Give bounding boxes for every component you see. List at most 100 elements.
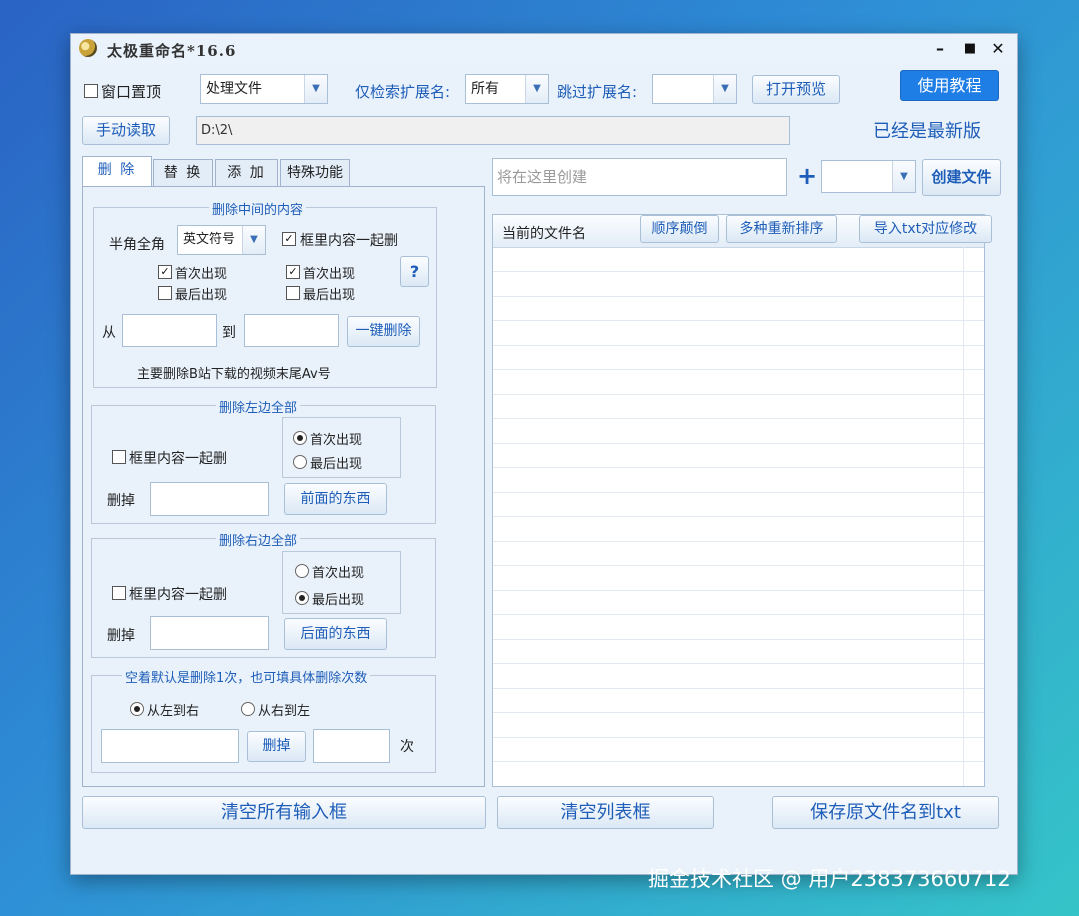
import-txt-button[interactable]: 导入txt对应修改	[859, 215, 992, 243]
delete-left-first-radio[interactable]	[293, 431, 307, 445]
delete-left-include-label: 框里内容一起删	[129, 451, 227, 467]
delete-count-text-input[interactable]	[101, 729, 239, 763]
one-click-delete-button[interactable]: 一键删除	[347, 316, 420, 347]
list-row-line	[493, 663, 984, 664]
delete-front-button[interactable]: 前面的东西	[284, 483, 387, 515]
delete-left-last-label: 最后出现	[310, 457, 363, 472]
list-row-line	[493, 369, 984, 370]
list-row-line	[493, 320, 984, 321]
delete-left-input[interactable]	[150, 482, 269, 516]
list-row-line	[493, 589, 984, 591]
right-first-label: 首次出现	[303, 267, 356, 282]
right-last-checkbox[interactable]	[286, 286, 300, 300]
maximize-icon[interactable]: ■	[959, 38, 981, 60]
delete-left-first-label: 首次出现	[310, 433, 363, 448]
list-row-line	[493, 614, 984, 615]
to-input[interactable]	[244, 314, 339, 347]
delete-left-last-radio[interactable]	[293, 455, 307, 469]
list-row-line	[493, 344, 984, 346]
delete-right-remove-label: 删掉	[107, 628, 135, 644]
list-row-line	[493, 467, 984, 468]
delete-right-last-radio[interactable]	[295, 591, 309, 605]
tab-delete[interactable]: 删 除	[82, 156, 152, 187]
list-row-line	[493, 638, 984, 640]
chevron-down-icon: ▼	[525, 75, 548, 103]
delete-right-last-label: 最后出现	[312, 593, 365, 608]
delete-right-include-checkbox[interactable]	[112, 586, 126, 600]
list-row-line	[493, 491, 984, 493]
resort-button[interactable]: 多种重新排序	[726, 215, 837, 243]
tab-replace[interactable]: 替 换	[153, 159, 213, 187]
delete-middle-hint: 主要删除B站下载的视频末尾Av号	[137, 367, 331, 382]
topmost-checkbox[interactable]	[84, 84, 98, 98]
to-label: 到	[222, 325, 236, 341]
delete-left-include-checkbox[interactable]	[112, 450, 126, 464]
delete-count-title: 空着默认是删除1次，也可填具体删除次数	[122, 667, 371, 686]
delete-right-first-radio[interactable]	[295, 564, 309, 578]
list-row-line	[493, 295, 984, 297]
include-box-checkbox[interactable]: ✓	[282, 232, 296, 246]
right-last-label: 最后出现	[303, 288, 356, 303]
list-row-line	[493, 540, 984, 542]
version-status: 已经是最新版	[873, 121, 981, 142]
path-field[interactable]: D:\2\	[196, 116, 790, 145]
list-row-line	[493, 418, 984, 419]
delete-left-remove-label: 删掉	[107, 493, 135, 509]
watermark: 掘金技术社区 @ 用户2383736607​12	[648, 867, 1011, 891]
list-row-line	[493, 712, 984, 713]
only-ext-value: 所有	[471, 81, 499, 97]
reverse-order-button[interactable]: 顺序颠倒	[640, 215, 719, 243]
clear-inputs-button[interactable]: 清空所有输入框	[82, 796, 486, 829]
include-box-label: 框里内容一起删	[300, 233, 398, 249]
left-first-label: 首次出现	[175, 267, 228, 282]
width-label: 半角全角	[109, 237, 165, 253]
ltr-radio[interactable]	[130, 702, 144, 716]
mode-select[interactable]: 处理文件 ▼	[200, 74, 328, 104]
close-icon[interactable]: ✕	[987, 38, 1009, 60]
left-last-checkbox[interactable]	[158, 286, 172, 300]
left-last-label: 最后出现	[175, 288, 228, 303]
right-first-checkbox[interactable]: ✓	[286, 265, 300, 279]
tutorial-button[interactable]: 使用教程	[900, 70, 999, 101]
from-input[interactable]	[122, 314, 217, 347]
delete-right-title: 删除右边全部	[216, 530, 301, 549]
open-preview-button[interactable]: 打开预览	[752, 75, 840, 104]
delete-middle-title: 删除中间的内容	[209, 199, 307, 218]
save-txt-button[interactable]: 保存原文件名到txt	[772, 796, 999, 829]
help-button[interactable]: ?	[400, 256, 429, 287]
delete-count-times-input[interactable]	[313, 729, 390, 763]
manual-read-button[interactable]: 手动读取	[82, 116, 170, 145]
width-select[interactable]: 英文符号 ▼	[177, 225, 266, 255]
delete-count-button[interactable]: 删掉	[247, 731, 306, 762]
only-ext-select[interactable]: 所有 ▼	[465, 74, 549, 104]
minimize-icon[interactable]: –	[929, 38, 951, 60]
delete-back-button[interactable]: 后面的东西	[284, 618, 387, 650]
chevron-down-icon: ▼	[892, 161, 915, 192]
list-row-line	[493, 442, 984, 444]
column-divider	[963, 247, 964, 786]
list-row-line	[493, 393, 984, 395]
title-bar: 太极重命名*16.6 – ■ ✕	[71, 34, 1017, 64]
delete-right-first-label: 首次出现	[312, 566, 365, 581]
create-path-input[interactable]: 将在这里创建	[492, 158, 787, 196]
skip-ext-select[interactable]: ▼	[652, 74, 737, 104]
chevron-down-icon: ▼	[304, 75, 327, 103]
tab-add[interactable]: 添 加	[215, 159, 278, 187]
rtl-radio[interactable]	[241, 702, 255, 716]
topmost-label: 窗口置顶	[101, 83, 162, 101]
chevron-down-icon: ▼	[713, 75, 736, 103]
left-first-checkbox[interactable]: ✓	[158, 265, 172, 279]
create-file-button[interactable]: 创建文件	[922, 159, 1001, 196]
clear-list-button[interactable]: 清空列表框	[497, 796, 714, 829]
plus-icon[interactable]: +	[797, 162, 817, 190]
app-logo-icon	[79, 39, 97, 57]
list-row-line	[493, 761, 984, 762]
delete-right-include-label: 框里内容一起删	[129, 587, 227, 603]
column-current-filename[interactable]: 当前的文件名	[502, 223, 586, 243]
delete-right-input[interactable]	[150, 616, 269, 650]
file-list[interactable]: 当前的文件名	[492, 214, 985, 787]
rtl-label: 从右到左	[258, 704, 311, 719]
tab-special[interactable]: 特殊功能	[280, 159, 350, 187]
window-title: 太极重命名*16.6	[107, 42, 237, 60]
file-type-select[interactable]: ▼	[821, 160, 916, 193]
